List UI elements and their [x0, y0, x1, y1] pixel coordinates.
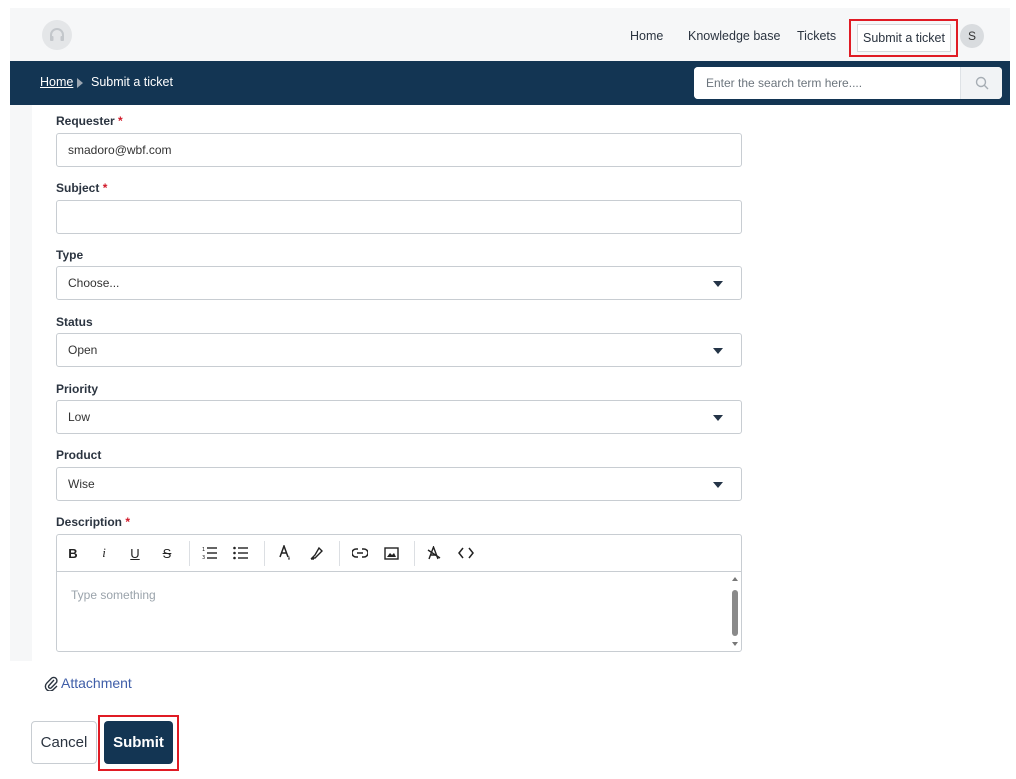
highlighter-icon — [310, 546, 323, 560]
attachment-label: Attachment — [61, 675, 132, 691]
cancel-button[interactable]: Cancel — [31, 721, 97, 764]
requester-label: Requester * — [56, 114, 123, 128]
priority-select-value: Low — [68, 410, 91, 424]
insert-link-button[interactable] — [350, 544, 370, 562]
chevron-down-icon — [713, 281, 723, 287]
main-content: Requester * smadoro@wbf.com Subject * Ty… — [10, 105, 1010, 661]
italic-button[interactable]: i — [94, 544, 114, 562]
toolbar-divider — [339, 541, 340, 566]
strikethrough-button[interactable]: S — [157, 544, 177, 562]
clear-format-icon — [427, 546, 441, 560]
subject-field[interactable] — [56, 200, 742, 234]
scrollbar-thumb[interactable] — [732, 590, 738, 636]
svg-text:1: 1 — [202, 547, 205, 553]
toolbar-divider — [414, 541, 415, 566]
toolbar-divider — [264, 541, 265, 566]
search-icon — [975, 76, 988, 90]
bullet-list-icon — [233, 546, 248, 560]
paperclip-icon — [44, 676, 58, 691]
search-button[interactable] — [960, 67, 1002, 99]
breadcrumb-separator-icon — [77, 78, 83, 88]
bullet-list-button[interactable] — [231, 544, 251, 562]
chevron-down-icon — [713, 348, 723, 354]
editor-toolbar: B i U S 13 — [57, 535, 741, 572]
scroll-up-arrow-icon[interactable] — [732, 577, 738, 581]
chevron-down-icon — [713, 415, 723, 421]
priority-select[interactable]: Low — [56, 400, 742, 434]
breadcrumb-home-link[interactable]: Home — [40, 75, 73, 89]
priority-label: Priority — [56, 382, 99, 396]
ordered-list-icon: 13 — [202, 547, 217, 560]
svg-text:3: 3 — [202, 555, 205, 560]
text-color-icon — [279, 545, 290, 560]
ticket-form: Requester * smadoro@wbf.com Subject * Ty… — [32, 105, 1010, 661]
bold-button[interactable]: B — [63, 544, 83, 562]
subject-label: Subject * — [56, 181, 108, 195]
status-select-value: Open — [68, 343, 98, 357]
status-select[interactable]: Open — [56, 333, 742, 367]
underline-button[interactable]: U — [125, 544, 145, 562]
breadcrumb-bar: Home Submit a ticket — [10, 61, 1010, 105]
chevron-down-icon — [713, 482, 723, 488]
product-label: Product — [56, 448, 102, 462]
description-editor: B i U S 13 Type something — [56, 534, 742, 652]
nav-knowledge-base[interactable]: Knowledge base — [688, 22, 780, 50]
highlight-button[interactable] — [307, 544, 327, 562]
type-select[interactable]: Choose... — [56, 266, 742, 300]
breadcrumb-current: Submit a ticket — [91, 75, 173, 89]
product-select[interactable]: Wise — [56, 467, 742, 501]
product-select-value: Wise — [68, 477, 95, 491]
clear-format-button[interactable] — [424, 544, 444, 562]
attachment-link[interactable]: Attachment — [44, 675, 132, 691]
editor-scrollbar[interactable] — [730, 573, 740, 650]
description-textarea[interactable]: Type something — [57, 572, 731, 651]
link-icon — [352, 548, 368, 558]
type-select-value: Choose... — [68, 276, 120, 290]
status-label: Status — [56, 315, 93, 329]
top-navbar: Home Knowledge base Tickets Submit a tic… — [10, 8, 1010, 61]
nav-submit-ticket-highlight: Submit a ticket — [849, 19, 958, 57]
toolbar-divider — [189, 541, 190, 566]
search-box — [694, 67, 1002, 99]
search-input[interactable] — [694, 67, 960, 99]
nav-tickets[interactable]: Tickets — [797, 22, 836, 50]
requester-field[interactable]: smadoro@wbf.com — [56, 133, 742, 167]
code-icon — [458, 547, 474, 559]
user-avatar[interactable]: S — [960, 24, 984, 48]
description-label: Description * — [56, 515, 131, 529]
image-icon — [383, 546, 399, 560]
headset-logo-icon[interactable] — [42, 20, 72, 50]
type-label: Type — [56, 248, 84, 262]
text-color-button[interactable] — [275, 544, 295, 562]
source-code-button[interactable] — [456, 544, 476, 562]
submit-button[interactable]: Submit — [104, 721, 173, 764]
ordered-list-button[interactable]: 13 — [200, 544, 220, 562]
nav-submit-ticket[interactable]: Submit a ticket — [857, 24, 951, 52]
insert-image-button[interactable] — [381, 544, 401, 562]
scroll-down-arrow-icon[interactable] — [732, 642, 738, 646]
nav-home[interactable]: Home — [630, 22, 663, 50]
